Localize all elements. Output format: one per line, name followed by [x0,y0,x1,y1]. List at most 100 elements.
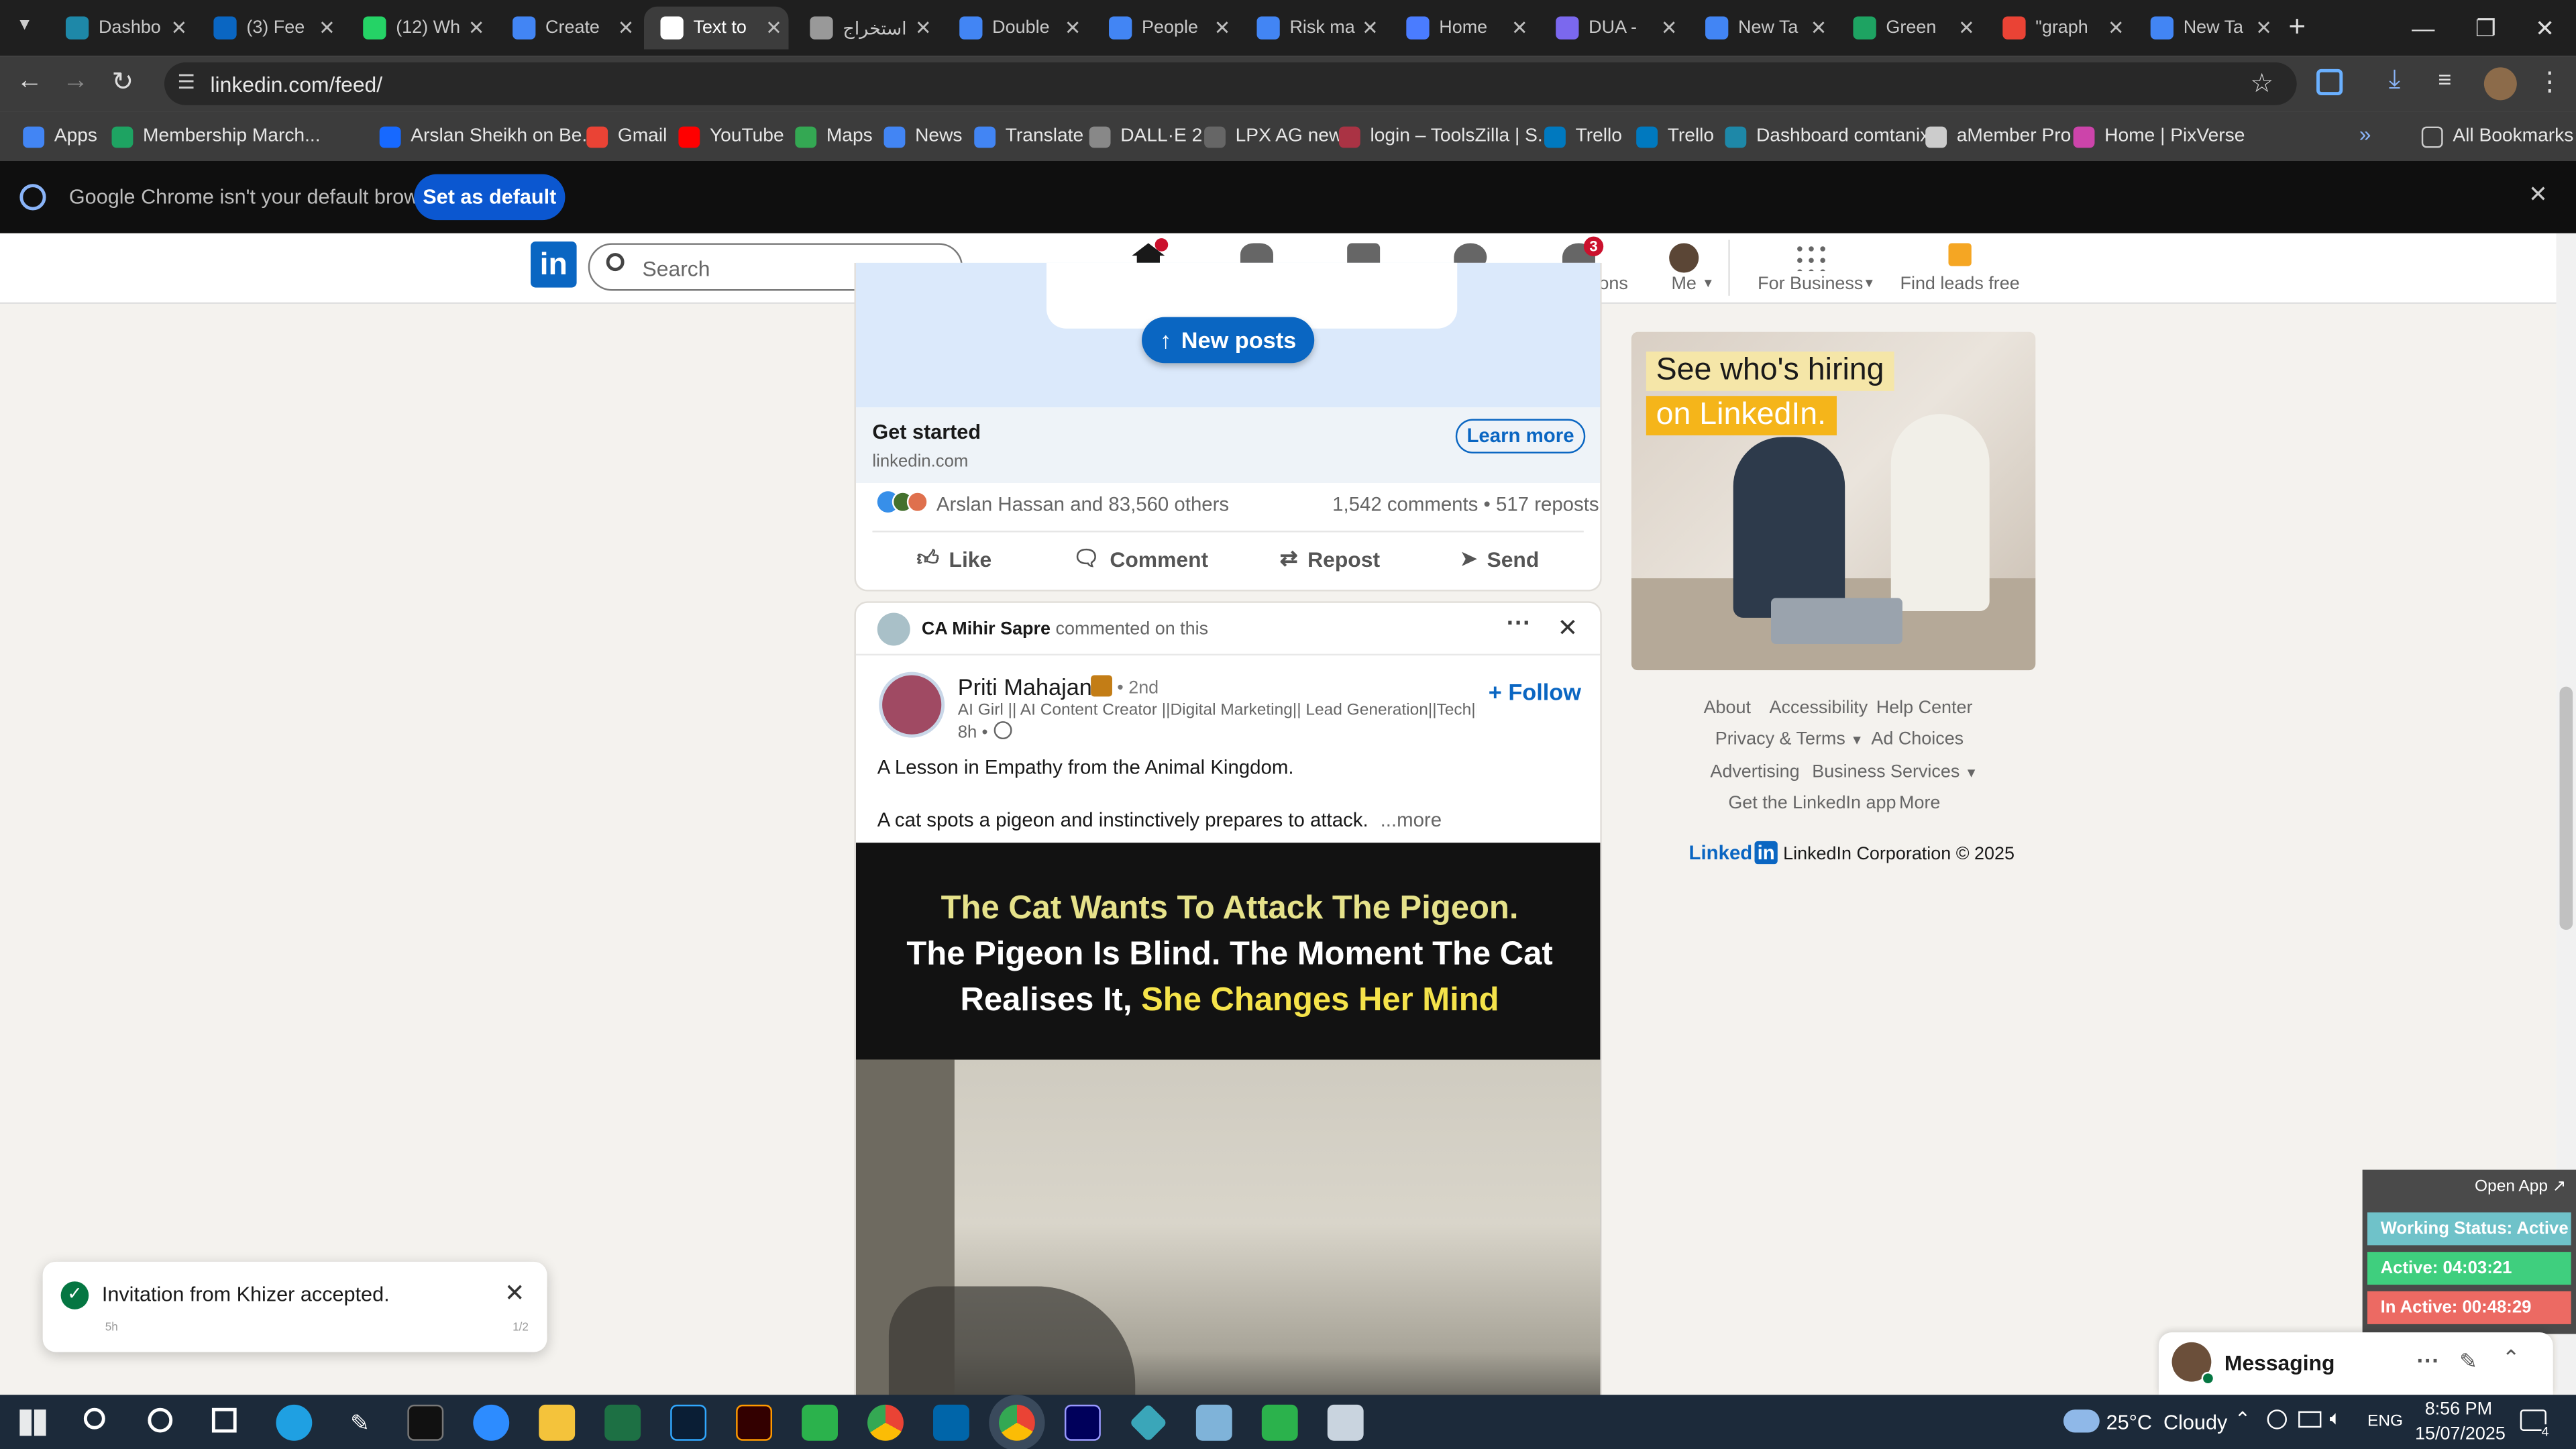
excel-icon[interactable] [604,1404,641,1441]
bookmark-item[interactable]: DALL·E 2 [1089,121,1202,151]
bookmark-item[interactable]: Trello [1636,121,1714,151]
start-button-icon[interactable] [19,1409,46,1436]
tab-close-icon[interactable]: ✕ [618,16,635,39]
footer-accessibility[interactable]: Accessibility [1770,698,1868,718]
chrome-menu-icon[interactable]: ⋮ [2536,66,2563,99]
repost-button[interactable]: ⇄ Repost [1280,542,1380,575]
clock-date[interactable]: 15/07/2025 [2415,1424,2506,1444]
vscode-icon[interactable] [933,1404,969,1441]
footer-get-app[interactable]: Get the LinkedIn app [1728,794,1896,813]
language-indicator[interactable]: ENG [2367,1413,2403,1431]
bookmark-item[interactable]: login – ToolsZilla | S... [1338,121,1553,151]
bookmark-item[interactable]: Translate [974,121,1083,151]
bookmark-item[interactable]: Trello [1544,121,1622,151]
browser-tab[interactable]: (12) Wh ✕ [347,7,492,50]
browser-tab[interactable]: New Ta ✕ [1689,7,1834,50]
browser-tab[interactable]: Create ✕ [496,7,641,50]
new-posts-button[interactable]: ↑ New posts [1142,317,1315,364]
commenter-avatar[interactable] [877,612,910,646]
bookmark-star-icon[interactable]: ☆ [2250,67,2273,100]
browser-tab[interactable]: Text to ✕ [644,6,789,50]
browser-tab[interactable]: "graph ✕ [1986,7,2131,50]
tray-chevron-icon[interactable]: ⌃ [2235,1408,2251,1431]
browser-tab[interactable]: Risk ma ✕ [1240,7,1385,50]
tab-close-icon[interactable]: ✕ [765,16,782,39]
browser-tab[interactable]: DUA - ✕ [1540,7,1684,50]
forward-arrow-icon[interactable]: → [62,67,89,97]
pen-tool-icon[interactable]: ✎ [341,1405,378,1441]
browser-tab[interactable]: People ✕ [1093,7,1238,50]
reload-icon[interactable]: ↻ [112,66,134,99]
bookmark-item[interactable]: LPX AG new [1204,121,1342,151]
page-scrollbar-thumb[interactable] [2559,686,2573,930]
expand-chevron-icon[interactable]: ⌃ [2502,1346,2520,1372]
tab-close-icon[interactable]: ✕ [1214,16,1231,39]
compose-message-icon[interactable]: ✎ [2459,1349,2477,1375]
bookmark-item[interactable]: Gmail [586,121,667,151]
browser-tab[interactable]: Green ✕ [1837,7,1982,50]
follow-button[interactable]: + Follow [1489,678,1581,704]
clock-time[interactable]: 8:56 PM [2425,1400,2492,1419]
like-button[interactable]: 👍︎ Like [917,542,992,575]
extensions-icon[interactable] [2316,68,2343,96]
browser-tab[interactable]: Double ✕ [943,7,1088,50]
footer-about[interactable]: About [1704,698,1751,718]
open-app-link[interactable]: Open App ↗ [2475,1178,2566,1196]
green-app-icon[interactable] [802,1404,838,1441]
address-bar[interactable]: ☰ linkedin.com/feed/ ☆ [164,62,2297,105]
chrome-active-icon[interactable] [998,1404,1035,1441]
toast-close-icon[interactable]: ✕ [504,1278,525,1308]
browser-tab[interactable]: New Ta ✕ [2134,7,2279,50]
media-control-icon[interactable]: ≡ [2438,66,2451,92]
browser-tab[interactable]: Dashbo ✕ [49,7,194,50]
teal-app-icon[interactable] [1129,1403,1168,1442]
bookmark-item[interactable]: Apps [23,121,97,151]
tab-close-icon[interactable]: ✕ [915,16,932,39]
tab-close-icon[interactable]: ✕ [1511,16,1528,39]
download-icon[interactable]: ⤓ [2389,66,2400,95]
tab-close-icon[interactable]: ✕ [468,16,485,39]
tab-close-icon[interactable]: ✕ [319,16,335,39]
footer-advertising[interactable]: Advertising [1710,762,1799,782]
comments-reposts-count[interactable]: 1,542 comments • 517 reposts [1332,493,1599,516]
learn-more-button[interactable]: Learn more [1455,419,1586,453]
tab-close-icon[interactable]: ✕ [1811,16,1827,39]
task-view-icon[interactable] [211,1407,237,1433]
browser-tab[interactable]: Home ✕ [1390,7,1535,50]
bookmark-item[interactable]: News [883,121,963,151]
chrome-icon[interactable] [867,1404,904,1441]
all-bookmarks-button[interactable]: All Bookmarks [2421,121,2573,151]
author-name[interactable]: Priti Mahajan [958,674,1092,700]
speaker-icon[interactable]: 🔈︎ [2330,1406,2342,1431]
blue-app-icon[interactable] [1195,1404,1232,1441]
footer-help-center[interactable]: Help Center [1876,698,1973,718]
back-arrow-icon[interactable]: ← [16,67,42,97]
infobar-close-icon[interactable]: ✕ [2528,180,2548,209]
tab-close-icon[interactable]: ✕ [2255,16,2272,39]
zoom-icon[interactable] [473,1404,510,1441]
edge-icon[interactable] [276,1404,313,1441]
footer-more[interactable]: More [1899,794,1940,813]
cortana-icon[interactable] [148,1407,173,1433]
see-more-link[interactable]: ...more [1381,808,1442,831]
messaging-dock[interactable]: Messaging ··· ✎ ⌃ [2158,1332,2553,1395]
window-close-icon[interactable]: ✕ [2507,0,2576,56]
bookmark-item[interactable]: Dashboard comtanix [1725,121,1929,151]
tab-close-icon[interactable]: ✕ [1362,16,1379,39]
bookmark-item[interactable]: Home | PixVerse [2073,121,2245,151]
bookmark-item[interactable]: Arslan Sheikh on Be... [379,121,598,151]
terminal-icon[interactable] [407,1404,444,1441]
comment-button[interactable]: 🗨︎ Comment [1073,542,1208,575]
tab-close-icon[interactable]: ✕ [171,16,188,39]
toast-message[interactable]: Invitation from Khizer accepted. [102,1283,390,1306]
file-explorer-icon[interactable] [539,1404,576,1441]
tab-search-chevron-icon[interactable]: ▼ [16,16,32,34]
browser-tab[interactable]: استخراج ✕ [794,7,938,50]
nav-me[interactable]: Me ▾ [1626,233,1741,304]
commenter-name[interactable]: CA Mihir Sapre [922,619,1051,639]
premiere-icon[interactable] [1064,1404,1101,1441]
tab-close-icon[interactable]: ✕ [1065,16,1081,39]
bookmark-item[interactable]: Maps [795,121,873,151]
tab-close-icon[interactable]: ✕ [2108,16,2125,39]
illustrator-icon[interactable] [736,1404,773,1441]
